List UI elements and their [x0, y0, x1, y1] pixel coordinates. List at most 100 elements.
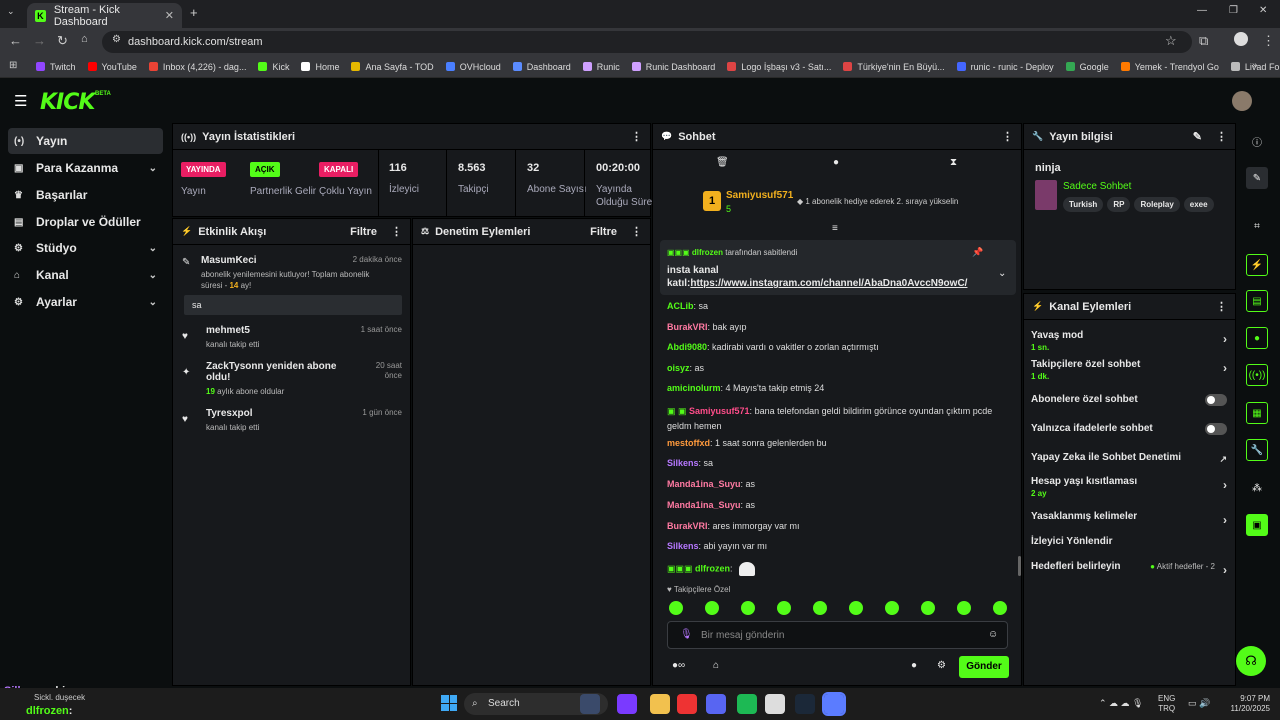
- chat-bubble-icon[interactable]: ●: [1246, 327, 1268, 349]
- new-tab-icon[interactable]: +: [190, 5, 198, 20]
- obs-icon[interactable]: [765, 694, 785, 714]
- hourglass-icon[interactable]: ⧗: [950, 157, 957, 168]
- support-headset-icon[interactable]: ☊: [1236, 646, 1266, 676]
- expand-leaderboard-icon[interactable]: ≡: [832, 223, 838, 234]
- home-icon[interactable]: ⌂: [81, 33, 88, 45]
- bookmark-item[interactable]: Runic Dashboard: [631, 62, 715, 72]
- widgets-app-icon[interactable]: [580, 694, 600, 714]
- bookmark-item[interactable]: Kick: [258, 62, 289, 72]
- bookmark-item[interactable]: OVHcloud: [445, 62, 501, 72]
- moderation-filter-button[interactable]: Filtre: [590, 226, 617, 238]
- emote-icon[interactable]: [993, 601, 1007, 615]
- more-options-icon[interactable]: ⋮: [631, 130, 642, 143]
- chat-username[interactable]: Manda1ina_Suyu: [667, 500, 741, 510]
- chat-username[interactable]: Silkens: [667, 458, 699, 468]
- bookmark-item[interactable]: Ana Sayfa - TOD: [351, 62, 434, 72]
- bookmark-item[interactable]: Home: [301, 62, 339, 72]
- pinned-by-user[interactable]: dlfrozen: [692, 248, 723, 257]
- spotify-icon[interactable]: [737, 694, 757, 714]
- channel-action-item[interactable]: Hesap yaşı kısıtlaması 2 ay ›: [1031, 476, 1227, 498]
- microphone-icon[interactable]: 🎙: [680, 629, 693, 640]
- tag-chip[interactable]: Turkish: [1063, 197, 1104, 212]
- chat-username[interactable]: Abdi9080: [667, 342, 707, 352]
- chat-username[interactable]: BurakVRI: [667, 322, 708, 332]
- nav-studyo[interactable]: ⚙ Stüdyo ⌄: [8, 235, 163, 261]
- chat-username[interactable]: BurakVRI: [667, 521, 708, 531]
- share-icon[interactable]: ⁂: [1246, 477, 1268, 499]
- channel-action-item[interactable]: Yapay Zeka ile Sohbet Denetimi ↗: [1031, 452, 1227, 465]
- category-name[interactable]: Sadece Sohbet: [1063, 181, 1131, 192]
- language-indicator[interactable]: ENG TRQ: [1158, 694, 1175, 714]
- kick-logo[interactable]: KICK: [40, 90, 95, 115]
- info-icon[interactable]: ⓘ: [1246, 130, 1268, 152]
- points-icon[interactable]: ●∞: [672, 660, 685, 671]
- emote-icon[interactable]: [669, 601, 683, 615]
- info-more-icon[interactable]: ⋮: [1216, 130, 1227, 143]
- chat-settings-icon[interactable]: ●: [833, 157, 839, 168]
- bookmark-item[interactable]: Türkiye'nin En Büyü...: [843, 62, 945, 72]
- chevron-down-icon[interactable]: ⌄: [149, 270, 157, 281]
- chevron-right-icon[interactable]: ›: [1223, 513, 1227, 527]
- forward-icon[interactable]: →: [33, 33, 46, 48]
- emote-icon[interactable]: [705, 601, 719, 615]
- edit-icon[interactable]: ✎: [1246, 167, 1268, 189]
- tag-chip[interactable]: exee: [1183, 197, 1214, 212]
- chevron-right-icon[interactable]: ›: [1223, 332, 1227, 346]
- emote-icon[interactable]: [813, 601, 827, 615]
- bookmark-item[interactable]: Google: [1065, 62, 1109, 72]
- maximize-icon[interactable]: ❐: [1229, 5, 1238, 16]
- emote-icon[interactable]: [957, 601, 971, 615]
- chevron-right-icon[interactable]: ›: [1223, 478, 1227, 492]
- extensions-icon[interactable]: ⧉: [1199, 33, 1208, 49]
- store-icon[interactable]: ⌂: [713, 660, 719, 671]
- tray-icons[interactable]: ⌃ ☁ ☁ 🎙: [1099, 698, 1143, 709]
- document-icon[interactable]: ▤: [1246, 290, 1268, 312]
- lightning-icon[interactable]: ⚡: [1246, 254, 1268, 276]
- category-thumbnail[interactable]: [1035, 180, 1057, 210]
- bookmark-star-icon[interactable]: ☆: [1165, 33, 1177, 49]
- edit-pencil-icon[interactable]: ✎: [1193, 130, 1202, 143]
- wrench-icon[interactable]: 🔧: [1246, 439, 1268, 461]
- unpin-icon[interactable]: 📌: [972, 247, 983, 258]
- nav-ayarlar[interactable]: ⚙ Ayarlar ⌄: [8, 289, 163, 315]
- menu-dots-icon[interactable]: ⋮: [1262, 33, 1275, 49]
- browser-tab[interactable]: K Stream - Kick Dashboard ✕: [27, 3, 182, 28]
- chat-username[interactable]: Silkens: [667, 541, 699, 551]
- nav-yayin[interactable]: (•) Yayın: [8, 128, 163, 154]
- activity-item[interactable]: ♥ Tyresxpol kanalı takip etti 1 gün önce: [182, 408, 402, 433]
- reload-icon[interactable]: ↻: [57, 33, 68, 49]
- chat-username[interactable]: Manda1ina_Suyu: [667, 479, 741, 489]
- channel-action-item[interactable]: Abonelere özel sohbet: [1031, 394, 1227, 406]
- windows-start-icon[interactable]: [441, 695, 457, 711]
- chevron-right-icon[interactable]: ›: [1223, 563, 1227, 577]
- crop-icon[interactable]: ⌗: [1246, 215, 1268, 237]
- bookmark-item[interactable]: Inbox (4,226) - dag...: [148, 62, 246, 72]
- moderation-more-icon[interactable]: ⋮: [631, 225, 642, 238]
- steam-icon[interactable]: [795, 694, 815, 714]
- bookmark-item[interactable]: Dashboard: [512, 62, 571, 72]
- channel-action-item[interactable]: Hedefleri belirleyin ● Aktif hedefler - 2…: [1031, 561, 1227, 577]
- external-link-icon[interactable]: ↗: [1219, 454, 1227, 465]
- discord-icon[interactable]: [706, 694, 726, 714]
- minimize-icon[interactable]: —: [1197, 5, 1207, 16]
- emote-icon[interactable]: [921, 601, 935, 615]
- profile-icon[interactable]: [1234, 32, 1248, 46]
- chat-username[interactable]: amicinolurm: [667, 383, 721, 393]
- url-input[interactable]: dashboard.kick.com/stream: [102, 31, 1192, 53]
- window-close-icon[interactable]: ✕: [1259, 5, 1267, 16]
- tag-chip[interactable]: RP: [1107, 197, 1131, 212]
- hamburger-menu-icon[interactable]: ☰: [14, 92, 27, 110]
- bookmark-item[interactable]: Yemek - Trendyol Go: [1120, 62, 1219, 72]
- chat-username[interactable]: ACLib: [667, 301, 694, 311]
- activity-more-icon[interactable]: ⋮: [391, 225, 402, 238]
- channel-action-item[interactable]: İzleyici Yönlendir: [1031, 536, 1227, 547]
- chat-scrollbar[interactable]: [1018, 556, 1021, 576]
- chat-username[interactable]: Samiyusuf571: [689, 406, 750, 416]
- game-icon[interactable]: ▣: [1246, 514, 1268, 536]
- more-bookmarks-icon[interactable]: »: [1252, 60, 1258, 71]
- clock[interactable]: 9:07 PM 11/20/2025: [1222, 694, 1270, 714]
- actions-more-icon[interactable]: ⋮: [1216, 300, 1227, 313]
- nav-droplar[interactable]: ▤ Droplar ve Ödüller: [8, 209, 163, 235]
- chevron-down-icon[interactable]: ⌄: [149, 243, 157, 254]
- chrome-icon[interactable]: [677, 694, 697, 714]
